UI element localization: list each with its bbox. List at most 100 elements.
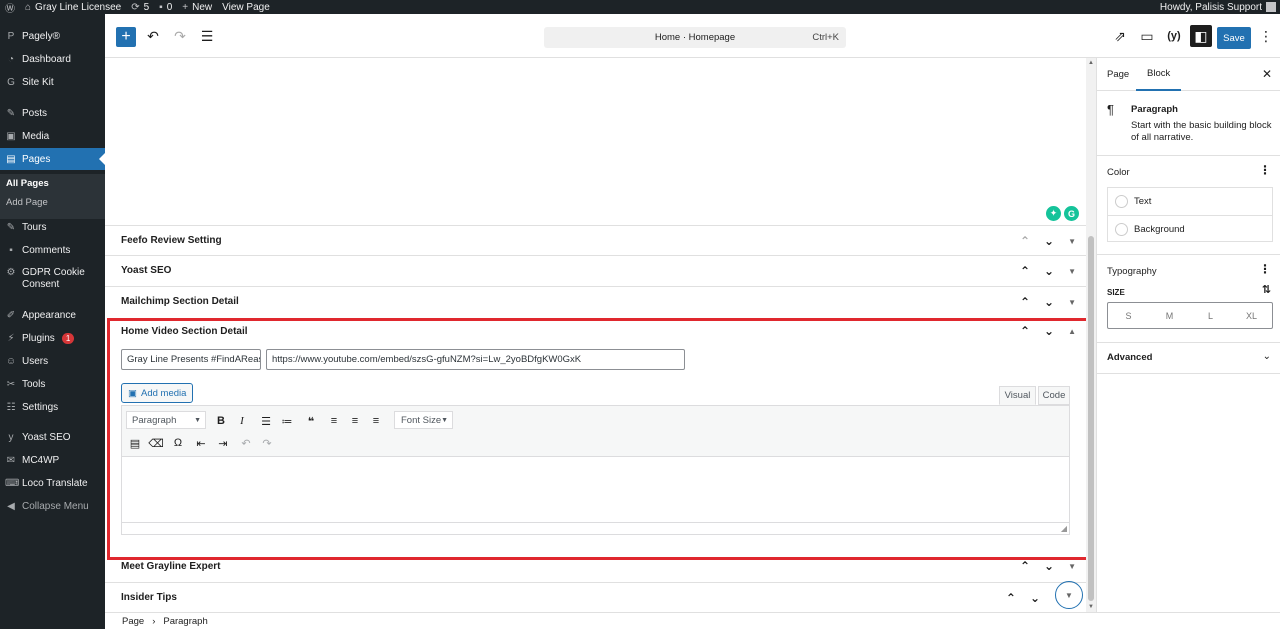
add-media-button[interactable]: ▣ Add media [121,383,194,403]
yoast-button[interactable]: (y) [1163,25,1185,47]
menu-yoast[interactable]: y Yoast SEO [0,426,105,448]
clear-formatting-button[interactable]: ⌫ [146,433,166,453]
metabox-home-video[interactable]: Home Video Section Detail ⌃ ⌄ ▲ [105,316,1086,346]
resize-handle-icon[interactable]: ◢ [1061,524,1067,533]
bullet-list-button[interactable]: ☰ [256,411,276,431]
move-up-icon[interactable]: ⌃ [1020,295,1030,309]
tab-page[interactable]: Page [1107,58,1129,91]
save-button[interactable]: Save [1217,27,1251,49]
scroll-up-icon[interactable]: ▲ [1086,60,1096,66]
view-page-button[interactable]: ⇗ [1109,25,1131,47]
menu-comments[interactable]: ▪ Comments [0,239,105,261]
undo-button[interactable]: ↶ [142,25,164,47]
menu-dashboard[interactable]: ◔ Dashboard [0,48,105,70]
align-left-button[interactable]: ≡ [324,411,344,431]
align-center-button[interactable]: ≡ [345,411,365,431]
indent-button[interactable]: ⇥ [213,433,233,453]
size-s-button[interactable]: S [1108,303,1149,328]
menu-pagely[interactable]: P Pagely® [0,25,105,47]
menu-mc4wp[interactable]: ✉ MC4WP [0,449,105,471]
redo-editor-button[interactable]: ↷ [257,433,277,453]
outdent-button[interactable]: ⇤ [191,433,211,453]
editor-content-area[interactable] [122,458,1069,523]
toggle-icon[interactable]: ▼ [1068,562,1076,571]
insider-tips-toggle[interactable]: ▼ [1055,581,1083,609]
font-size-select[interactable]: Font Size ▼ [394,411,453,429]
move-down-icon[interactable]: ⌄ [1044,559,1054,573]
options-button[interactable]: ⋮ [1255,25,1277,47]
block-inserter-button[interactable]: + [116,27,136,47]
size-settings-icon[interactable]: ⇅ [1262,283,1271,296]
settings-toggle-button[interactable]: ◧ [1190,25,1212,47]
chevron-down-icon[interactable]: ⌄ [1263,351,1271,362]
menu-media[interactable]: ▣ Media [0,125,105,147]
close-icon[interactable]: ✕ [1262,67,1272,81]
new-content-link[interactable]: + New [177,0,217,14]
preview-button[interactable]: ▭ [1136,25,1158,47]
wordpress-logo[interactable]: Ⓦ [0,0,20,15]
move-down-icon[interactable]: ⌄ [1044,234,1054,248]
color-options-icon[interactable]: ⋮ [1259,163,1271,177]
redo-button[interactable]: ↷ [169,25,191,47]
move-up-icon[interactable]: ⌃ [1020,264,1030,278]
command-palette-bar[interactable]: Home · Homepage Ctrl+K [544,27,846,48]
menu-tools[interactable]: ✂ Tools [0,373,105,395]
size-m-button[interactable]: M [1149,303,1190,328]
tab-block[interactable]: Block [1136,58,1182,91]
account-menu[interactable]: Howdy, Palisis Support [1160,2,1280,13]
menu-appearance[interactable]: ✐ Appearance [0,304,105,326]
move-down-icon[interactable]: ⌄ [1044,295,1054,309]
menu-posts[interactable]: ✎ Posts [0,102,105,124]
menu-tours[interactable]: ✎ Tours [0,216,105,238]
size-xl-button[interactable]: XL [1231,303,1272,328]
special-char-button[interactable]: Ω [168,433,188,453]
video-url-field[interactable]: https://www.youtube.com/embed/szsG-gfuNZ… [266,349,685,370]
move-up-icon[interactable]: ⌃ [1020,324,1030,338]
site-name-link[interactable]: ⌂ Gray Line Licensee [20,0,126,14]
comments-link[interactable]: ▪ 0 [154,0,177,14]
menu-pages[interactable]: ▤ Pages [0,148,105,170]
scroll-down-icon[interactable]: ▼ [1086,604,1096,610]
updates-link[interactable]: ⟳ 5 [126,0,154,14]
menu-loco-translate[interactable]: ⌨ Loco Translate [0,472,105,494]
toggle-icon[interactable]: ▼ [1068,298,1076,307]
move-up-icon[interactable]: ⌃ [1020,234,1030,248]
menu-collapse[interactable]: ◀ Collapse Menu [0,495,105,517]
metabox-mailchimp[interactable]: Mailchimp Section Detail ⌃ ⌄ ▼ [105,286,1086,316]
submenu-add-page[interactable]: Add Page [6,197,48,208]
toggle-icon[interactable]: ▲ [1068,327,1076,336]
metabox-insider-tips[interactable]: Insider Tips ⌃ ⌄ [105,582,1086,612]
size-l-button[interactable]: L [1190,303,1231,328]
menu-gdpr[interactable]: ⚙ GDPR Cookie Consent [0,264,105,292]
paste-text-button[interactable]: ▤ [125,433,145,453]
advanced-heading[interactable]: Advanced [1107,352,1152,363]
numbered-list-button[interactable]: ≔ [277,411,297,431]
move-up-icon[interactable]: ⌃ [1006,591,1016,605]
view-page-link[interactable]: View Page [217,0,275,14]
video-title-field[interactable]: Gray Line Presents #FindAReason [121,349,261,370]
breadcrumb-block[interactable]: Paragraph [163,616,207,627]
menu-settings[interactable]: ☷ Settings [0,396,105,418]
align-right-button[interactable]: ≡ [366,411,386,431]
submenu-all-pages[interactable]: All Pages [6,178,49,189]
metabox-yoast[interactable]: Yoast SEO ⌃ ⌄ ▼ [105,255,1086,285]
tab-visual[interactable]: Visual [999,386,1036,405]
metabox-feefo[interactable]: Feefo Review Setting ⌃ ⌄ ▼ [105,225,1086,255]
toggle-icon[interactable]: ▼ [1068,237,1076,246]
move-down-icon[interactable]: ⌄ [1030,591,1040,605]
typography-options-icon[interactable]: ⋮ [1259,262,1271,276]
menu-users[interactable]: ☺ Users [0,350,105,372]
metabox-grayline-expert[interactable]: Meet Grayline Expert ⌃ ⌄ ▼ [105,551,1086,581]
background-color-row[interactable]: Background [1108,215,1272,242]
grammarly-widget[interactable]: ✦ G [1046,206,1079,221]
menu-site-kit[interactable]: G Site Kit [0,71,105,93]
menu-plugins[interactable]: ⚡ Plugins 1 [0,327,105,349]
tab-code[interactable]: Code [1038,386,1070,405]
breadcrumb-page[interactable]: Page [122,616,144,627]
bold-button[interactable]: B [211,411,231,431]
scrollbar-thumb[interactable] [1088,236,1094,601]
toggle-icon[interactable]: ▼ [1068,267,1076,276]
document-overview-button[interactable]: ☰ [196,25,218,47]
move-up-icon[interactable]: ⌃ [1020,559,1030,573]
italic-button[interactable]: I [232,411,252,431]
